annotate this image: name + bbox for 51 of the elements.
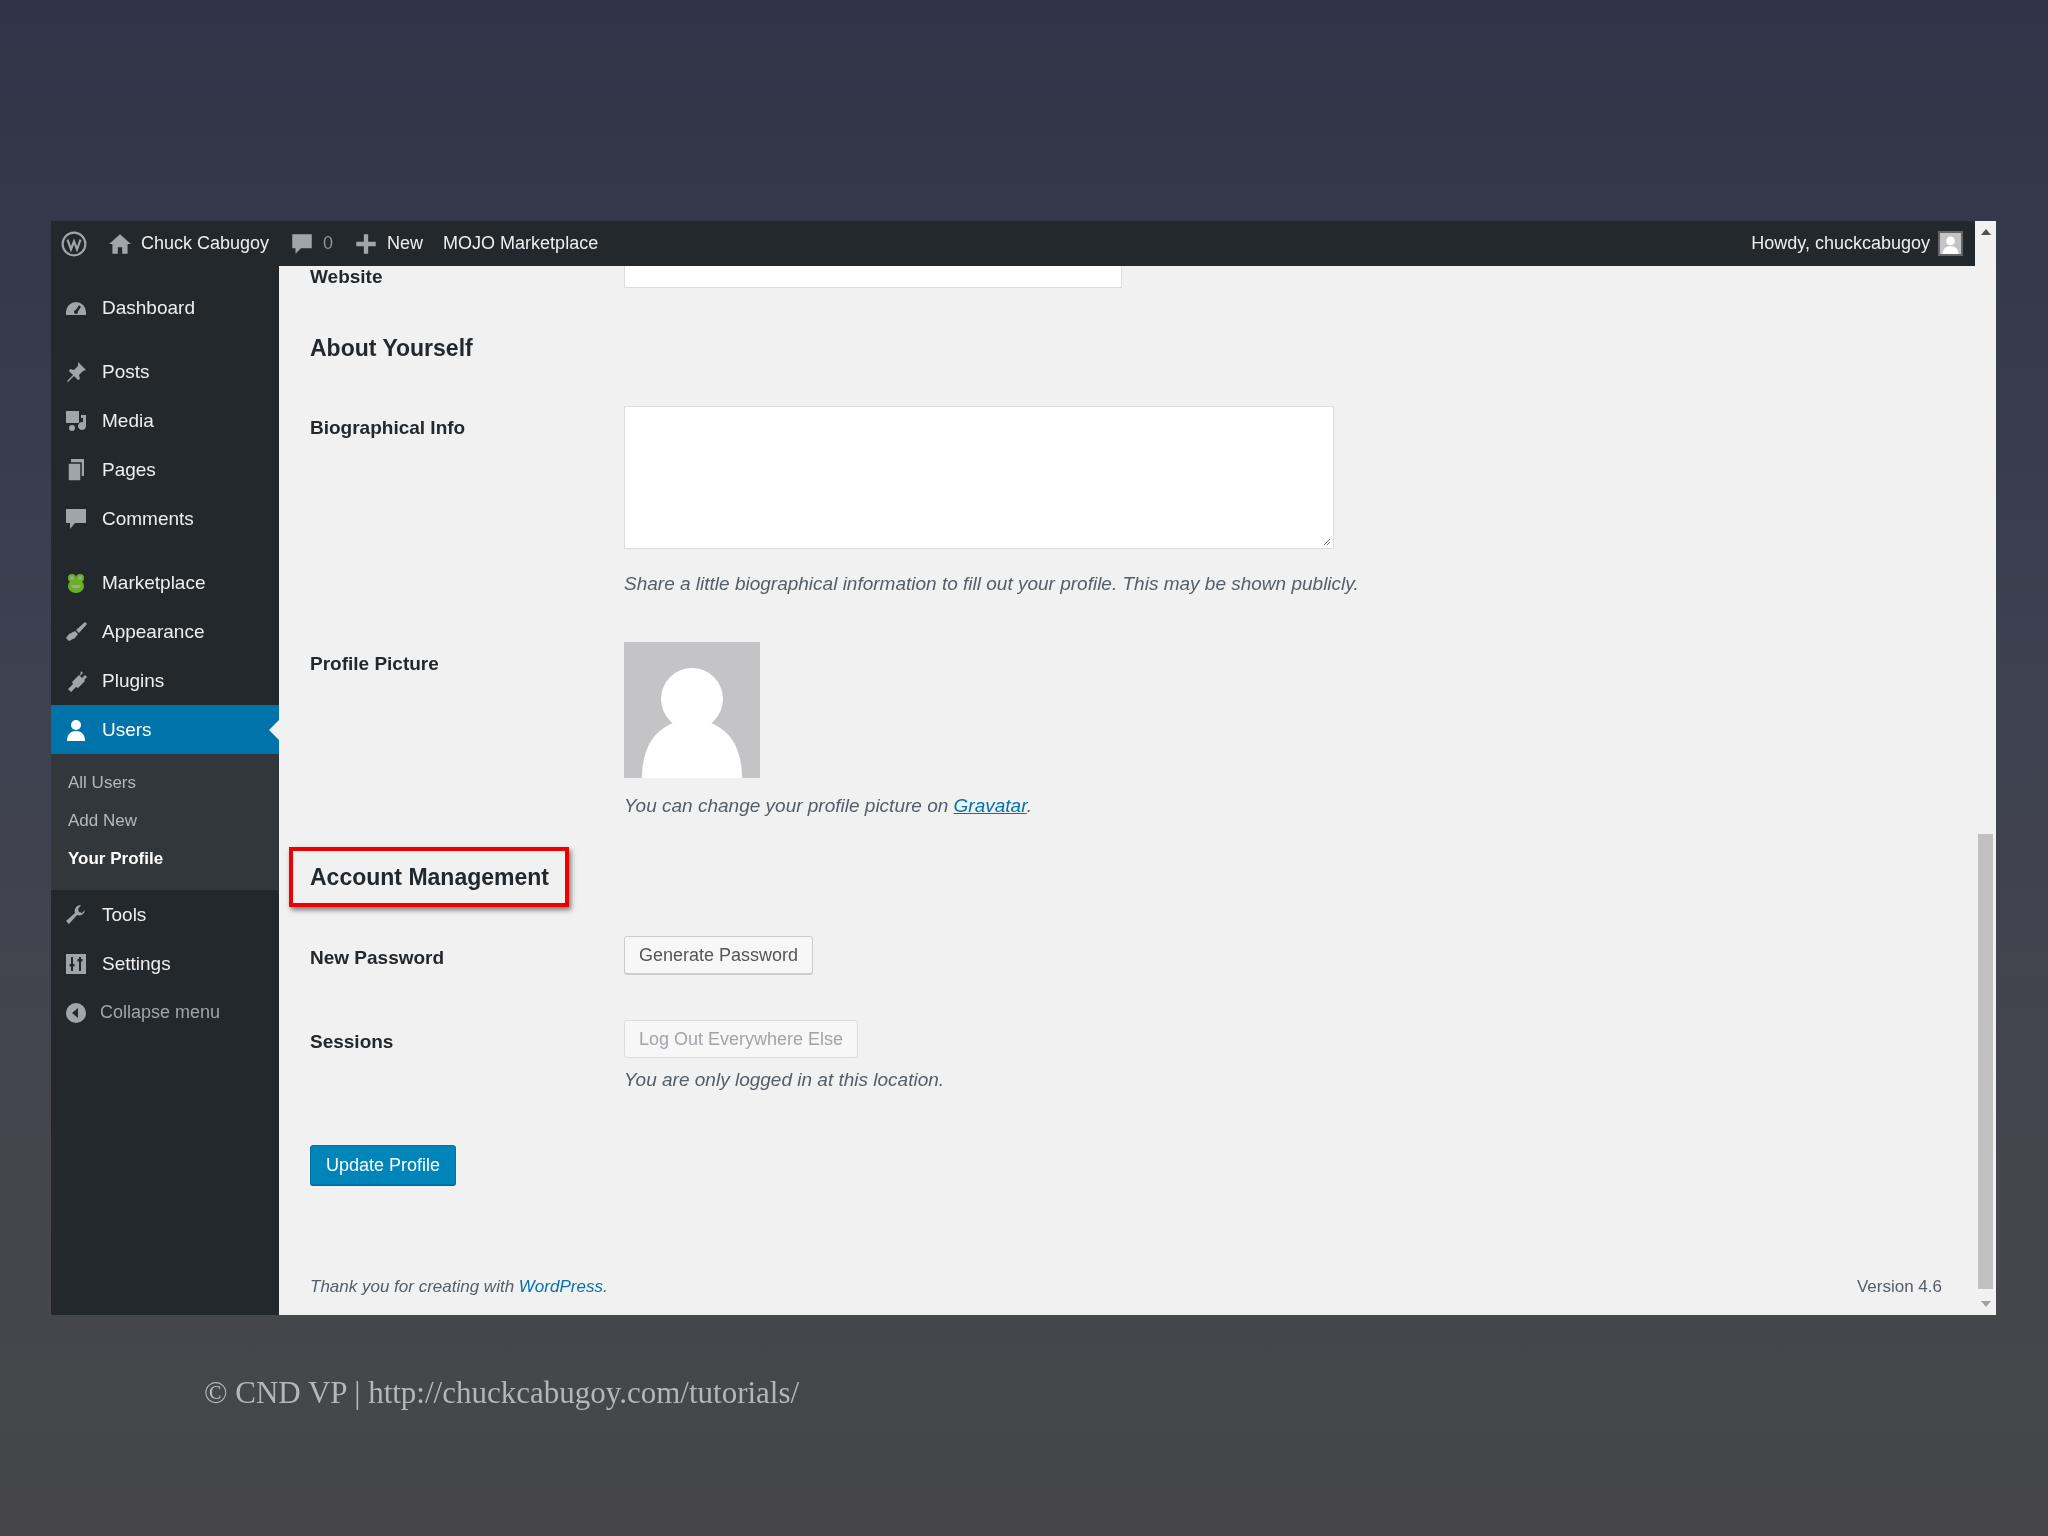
left-arrow-circle-icon [64,1000,88,1025]
avatar-icon [1938,231,1963,256]
logo-icon [61,230,87,257]
highlighted-heading: Account Management [289,847,569,907]
field-description: You are only logged in at this location. [624,1068,945,1092]
up-arrow-icon [1980,229,1991,235]
sidebar-menu-item[interactable]: Users [51,705,279,754]
sidebar-menu-item[interactable]: Plugins [51,656,279,705]
brush-icon [64,619,88,644]
scrollbar[interactable] [1975,221,1996,1315]
resize-grip-icon [1321,536,1331,546]
generate-password-button[interactable]: Generate Password [624,936,814,974]
comments-link[interactable]: 0 [289,230,334,257]
sidebar-menu-item[interactable]: Tools [51,890,279,939]
media-icon [64,408,88,433]
wordpress-link[interactable]: WordPress [518,1277,603,1296]
account-menu[interactable]: Howdy, chuckcabugoy [1751,231,1963,256]
footer-text: Thank you for creating with WordPress. [310,1276,608,1298]
field-description: Share a little biographical information to fill out your profile. This may be shown publicly. [624,572,1359,596]
field-label: Website [310,266,384,288]
speech-bubble-icon [64,506,88,531]
marketplace-link[interactable]: MOJO Marketplace [443,233,599,254]
section-heading: About Yourself [310,334,473,363]
sidebar-menu-item[interactable]: Media [51,396,279,445]
field-label: Profile Picture [310,652,440,676]
sidebar-menu-item[interactable]: Posts [51,347,279,396]
sidebar-menu-item[interactable]: Appearance [51,607,279,656]
collapse-menu-button[interactable]: Collapse menu [51,988,279,1037]
sidebar-menu-item[interactable]: Comments [51,494,279,543]
slide-caption: © CND VP | http://chuckcabugoy.com/tutorials/ [204,1375,801,1411]
person-icon [64,717,88,742]
field-description: You can change your profile picture on Gravatar. [624,794,1033,818]
sidebar-menu-item[interactable]: Pages [51,445,279,494]
text-area[interactable] [624,406,1334,549]
new-link[interactable]: New [353,230,424,257]
scrollbar-thumb[interactable] [1978,834,1993,1289]
down-arrow-icon [1980,1301,1991,1307]
sidebar-menu-item[interactable]: Dashboard [51,283,279,332]
field-label: Biographical Info [310,416,467,440]
sidebar-menu-item[interactable]: Settings [51,939,279,988]
field-label: Sessions [310,1030,395,1054]
submenu-item[interactable]: All Users [51,764,279,802]
submenu-item[interactable]: Add New [51,802,279,840]
gravatar-link[interactable]: Gravatar [953,795,1027,816]
sliders-icon [64,951,88,976]
field-label: New Password [310,946,446,970]
submenu-item[interactable]: Your Profile [51,840,279,878]
sidebar-menu-item[interactable]: Marketplace [51,558,279,607]
site-name-link[interactable]: Chuck Cabugoy [107,230,270,257]
update-profile-button[interactable]: Update Profile [310,1145,457,1185]
version-text: Version 4.6 [1856,1277,1942,1297]
